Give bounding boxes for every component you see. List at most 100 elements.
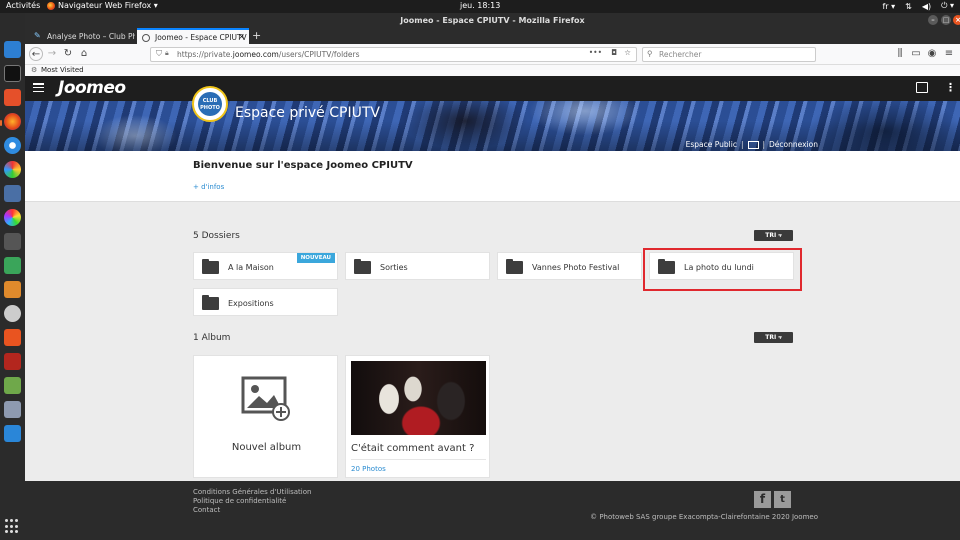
close-window-icon[interactable]: × (953, 15, 960, 25)
firefox-icon[interactable] (4, 113, 21, 130)
menu-icon[interactable]: ≡ (942, 47, 956, 61)
folder-label: Expositions (228, 299, 274, 308)
lock-icon[interactable]: 🔒︎ (165, 49, 169, 58)
album-photo-count[interactable]: 20 Photos (351, 465, 386, 473)
pen-icon: ✎ (34, 31, 41, 40)
sort-label: TRI (765, 334, 777, 341)
albums-sort-button[interactable]: TRI ⫧ (754, 332, 793, 343)
app-menu[interactable]: Navigateur Web Firefox ▾ (47, 1, 158, 10)
banner (25, 101, 960, 151)
app-menu-label: Navigateur Web Firefox ▾ (58, 1, 158, 10)
new-tab-icon[interactable]: + (252, 29, 261, 42)
network-icon[interactable]: ⇅ (905, 2, 912, 11)
thunderbird-icon[interactable] (4, 41, 21, 58)
reload-icon[interactable]: ↻ (61, 47, 75, 61)
page-actions-icon[interactable]: ••• (589, 48, 602, 57)
tab-joomeo[interactable]: Joomeo - Espace CPIUTV × (137, 28, 249, 44)
activities-button[interactable]: Activités (6, 1, 40, 10)
welcome-title: Bienvenue sur l'espace Joomeo CPIUTV (193, 160, 413, 171)
pocket-icon[interactable]: ◘ (611, 48, 617, 57)
add-image-icon (241, 376, 290, 421)
filezilla-icon[interactable] (4, 353, 21, 370)
public-space-link[interactable]: Espace Public (686, 140, 737, 149)
search-bar[interactable]: ⚲ Rechercher (642, 47, 816, 62)
monitor-icon[interactable] (4, 185, 21, 202)
software-center-icon[interactable] (4, 329, 21, 346)
network-app-icon[interactable] (4, 401, 21, 418)
folder-label: Vannes Photo Festival (532, 263, 620, 272)
terminal-icon[interactable] (4, 65, 21, 82)
joomeo-logo[interactable]: Joomeo (58, 78, 126, 98)
url-domain: joomeo.com (232, 50, 279, 59)
twitter-icon[interactable]: t (774, 491, 791, 508)
facebook-icon[interactable]: f (754, 491, 771, 508)
envelope-icon[interactable] (747, 140, 759, 149)
folder-label: Sorties (380, 263, 408, 272)
language-indicator[interactable]: fr ▾ (882, 2, 895, 11)
sidebar-icon[interactable]: ▭ (909, 47, 923, 61)
home-icon[interactable]: ⌂ (77, 47, 91, 61)
bookmark-star-icon[interactable]: ☆ (624, 48, 631, 57)
navigation-toolbar: ← → ↻ ⌂ ⛉ 🔒︎ https://private.joomeo.com/… (25, 44, 960, 65)
color-app-icon[interactable] (4, 209, 21, 226)
url-bar[interactable]: ⛉ 🔒︎ https://private.joomeo.com/users/CP… (150, 47, 637, 62)
logout-link[interactable]: Déconnexion (769, 140, 818, 149)
show-applications-icon[interactable] (5, 519, 20, 534)
package-icon[interactable] (4, 281, 21, 298)
web-page: Joomeo ⋮ CLUB PHOTO Espace privé CPIUTV … (25, 76, 960, 540)
club-photo-logo: CLUB PHOTO (192, 86, 228, 122)
files-icon[interactable] (4, 257, 21, 274)
more-options-icon[interactable]: ⋮ (945, 81, 956, 94)
maximize-icon[interactable]: □ (941, 15, 951, 25)
clock[interactable]: jeu. 18:13 (460, 1, 500, 10)
site-header: Joomeo ⋮ (25, 76, 960, 101)
red-highlight-box (643, 248, 802, 291)
folder-sorties[interactable]: Sorties (345, 252, 490, 280)
forward-icon[interactable]: → (45, 47, 59, 61)
back-icon[interactable]: ← (29, 47, 43, 61)
folders-sort-button[interactable]: TRI ⫧ (754, 230, 793, 241)
folder-a-la-maison[interactable]: A la Maison NOUVEAU (193, 252, 338, 280)
archive-icon[interactable] (4, 377, 21, 394)
minimize-icon[interactable]: – (928, 15, 938, 25)
shield-icon[interactable]: ⛉ (156, 49, 162, 59)
chromium-icon[interactable] (4, 137, 21, 154)
hamburger-menu-icon[interactable] (33, 83, 44, 92)
club-logo-text: CLUB PHOTO (198, 92, 222, 116)
album-card[interactable]: C'était comment avant ? 20 Photos (345, 355, 490, 478)
album-divider (351, 459, 486, 460)
snowflake-app-icon[interactable] (4, 425, 21, 442)
impress-icon[interactable] (4, 89, 21, 106)
url-path: /users/CPIUTV/folders (278, 50, 360, 59)
banner-links: Espace Public | | Déconnexion (686, 140, 818, 149)
folder-expositions[interactable]: Expositions (193, 288, 338, 316)
tools-icon[interactable] (4, 233, 21, 250)
close-tab-icon[interactable]: × (238, 32, 245, 41)
new-album-card[interactable]: Nouvel album (193, 355, 338, 478)
system-top-bar: Activités Navigateur Web Firefox ▾ jeu. … (0, 0, 960, 13)
settings-icon[interactable] (4, 305, 21, 322)
album-thumbnail[interactable] (351, 361, 486, 435)
image-upload-icon[interactable] (916, 82, 928, 93)
bookmark-most-visited[interactable]: Most Visited (41, 66, 84, 74)
library-icon[interactable]: ⫼ (893, 47, 907, 61)
account-icon[interactable]: ◉ (925, 47, 939, 61)
window-title: Joomeo - Espace CPIUTV - Mozilla Firefox (400, 16, 585, 25)
gear-icon: ⚙ (31, 66, 38, 74)
folders-title: 5 Dossiers (193, 231, 240, 241)
album-title[interactable]: C'était comment avant ? (351, 443, 474, 454)
volume-icon[interactable]: ◀) (922, 2, 931, 11)
dock (0, 13, 25, 540)
folder-vannes-photo-festival[interactable]: Vannes Photo Festival (497, 252, 642, 280)
power-icon[interactable]: ⏻ ▾ (941, 1, 954, 11)
globe-icon (142, 34, 150, 42)
photo-app-icon[interactable] (4, 161, 21, 178)
terms-link[interactable]: Conditions Générales d'Utilisation (193, 488, 311, 496)
active-app-indicator (0, 120, 2, 126)
contact-link[interactable]: Contact (193, 506, 220, 514)
tab-analyse-photo[interactable]: ✎ Analyse Photo – Club Ph (29, 29, 135, 44)
privacy-link[interactable]: Politique de confidentialité (193, 497, 286, 505)
site-footer: Conditions Générales d'Utilisation Polit… (25, 481, 960, 540)
more-info-link[interactable]: + d'infos (193, 183, 224, 191)
space-title: Espace privé CPIUTV (235, 105, 380, 121)
